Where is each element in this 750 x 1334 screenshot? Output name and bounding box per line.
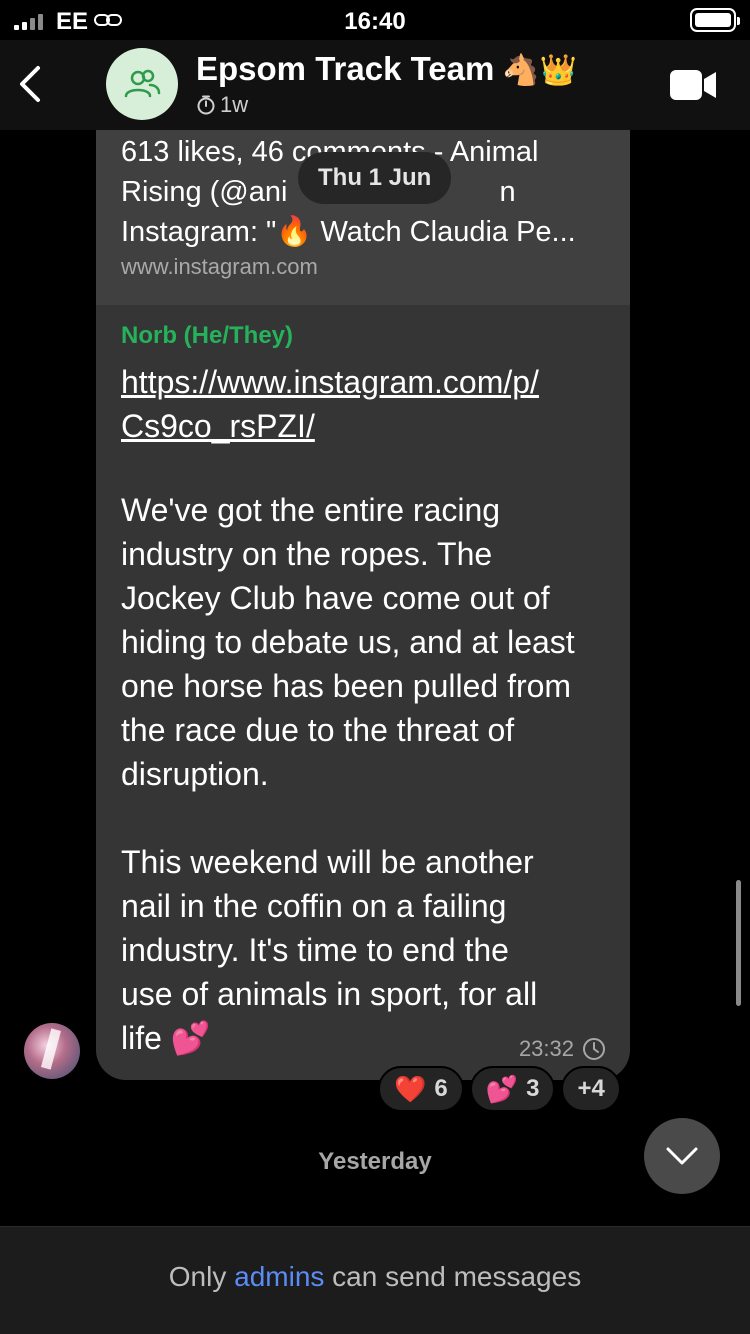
group-icon <box>124 69 161 98</box>
notice-suffix: can send messages <box>332 1261 582 1292</box>
reaction-more-count: +4 <box>577 1075 605 1102</box>
message-line: one horse has been pulled from <box>121 668 572 704</box>
two-hearts-emoji-icon: 💕 <box>485 1073 519 1104</box>
link-preview-line-start: Rising (@ani <box>121 176 288 208</box>
reaction-count: 3 <box>526 1075 540 1102</box>
message-line: use of animals in sport, for all <box>121 976 538 1012</box>
reaction-heart[interactable]: ❤️ 6 <box>378 1066 464 1112</box>
sender-name[interactable]: Norb (He/They) <box>121 322 293 350</box>
message-line: industry. It's time to end the <box>121 932 509 968</box>
message-line: the race due to the threat of <box>121 712 515 748</box>
message-time: 23:32 <box>518 1036 574 1061</box>
clock: 16:40 <box>344 8 406 35</box>
message-line: Jockey Club have come out of <box>121 580 550 616</box>
message-timestamp: 23:32 <box>519 1036 606 1062</box>
reaction-more[interactable]: +4 <box>561 1066 621 1112</box>
link-preview-domain: www.instagram.com <box>121 254 318 279</box>
reactions-bar: ❤️ 6 💕 3 +4 <box>378 1066 621 1112</box>
reaction-two-hearts[interactable]: 💕 3 <box>469 1066 556 1112</box>
chat-title[interactable]: Epsom Track Team 🐴👑 <box>196 50 577 88</box>
message-line: We've got the entire racing <box>121 492 501 528</box>
message-bubble[interactable]: 613 likes, 46 comments - Animal Rising (… <box>96 130 630 1080</box>
timer-icon <box>197 95 215 115</box>
link-preview-line-end: n <box>499 176 516 208</box>
chat-header: Epsom Track Team 🐴👑 1w <box>0 40 750 130</box>
disappearing-timer-label: 1w <box>220 92 249 117</box>
notice-prefix: Only <box>168 1261 227 1292</box>
heart-emoji-icon: ❤️ <box>394 1073 427 1104</box>
chat-title-emoji: 🐴👑 <box>502 54 578 87</box>
link-preview-line: Instagram: "🔥 Watch Claudia Pe... <box>121 216 576 248</box>
reaction-count: 6 <box>434 1075 448 1102</box>
scroll-to-bottom-button[interactable] <box>644 1118 720 1194</box>
back-button[interactable] <box>14 62 48 106</box>
admin-only-notice: Only admins can send messages <box>0 1226 750 1334</box>
day-separator: Yesterday <box>318 1148 432 1175</box>
message-link-line: Cs9co_rsPZI/ <box>121 408 315 444</box>
chat-subtitle: 1w <box>196 92 248 118</box>
chat-title-text: Epsom Track Team <box>196 50 495 87</box>
message-link[interactable]: https://www.instagram.com/p/ Cs9co_rsPZI… <box>121 360 611 448</box>
admins-link[interactable]: admins <box>234 1261 324 1292</box>
message-line: nail in the coffin on a failing <box>121 888 507 924</box>
message-link-line: https://www.instagram.com/p/ <box>121 364 539 400</box>
battery-icon <box>690 8 740 32</box>
message-line <box>121 796 616 840</box>
chevron-down-icon <box>666 1147 698 1165</box>
sender-avatar[interactable] <box>24 1023 80 1079</box>
date-pill: Thu 1 Jun <box>298 152 452 204</box>
video-call-button[interactable] <box>670 70 716 100</box>
message-line: hiding to debate us, and at least <box>121 624 575 660</box>
group-avatar[interactable] <box>106 48 178 120</box>
message-line: industry on the ropes. The <box>121 536 493 572</box>
status-bar: EE 16:40 <box>0 0 750 40</box>
message-line: disruption. <box>121 756 269 792</box>
message-line: This weekend will be another <box>121 844 534 880</box>
scrollbar[interactable] <box>736 880 741 1006</box>
timer-icon <box>583 1038 605 1060</box>
message-text: We've got the entire racing industry on … <box>121 488 616 1060</box>
